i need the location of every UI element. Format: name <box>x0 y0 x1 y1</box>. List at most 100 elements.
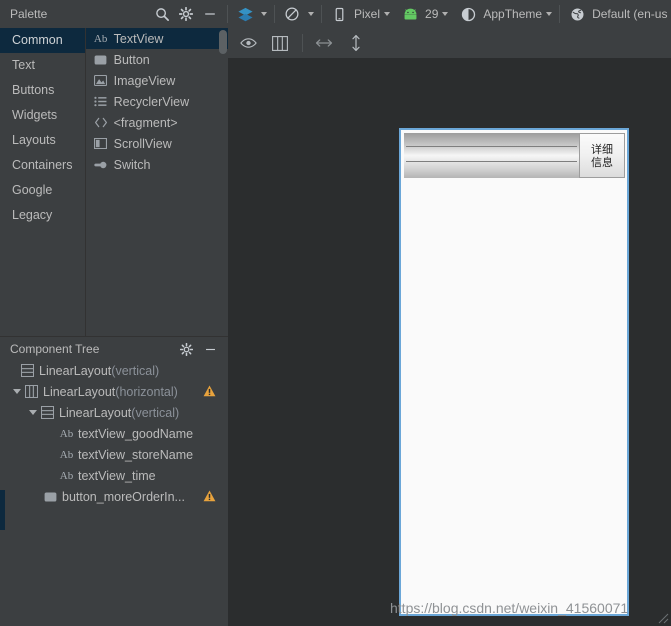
rotate-icon <box>280 2 304 26</box>
preview-linearlayout-horizontal[interactable]: 详细 信息 <box>404 133 625 178</box>
palette-panel-title: Palette <box>10 7 48 21</box>
theme-label: AppTheme <box>483 7 543 21</box>
palette-category-list: Common Text Buttons Widgets Layouts Cont… <box>0 28 85 336</box>
palette-category-legacy[interactable]: Legacy <box>0 203 85 228</box>
warning-icon[interactable] <box>203 385 216 397</box>
preview-textview-time[interactable] <box>406 164 577 177</box>
gear-icon[interactable] <box>174 337 198 361</box>
tree-row-label: LinearLayout(vertical) <box>39 363 160 378</box>
palette-category-layouts[interactable]: Layouts <box>0 128 85 153</box>
top-toolbar: Palette Pixel 29 AppTheme Default (en-us <box>0 0 671 28</box>
toolbar-separator <box>274 5 275 23</box>
gear-icon[interactable] <box>174 2 198 26</box>
component-tree-header: Component Tree <box>0 336 228 361</box>
warning-icon[interactable] <box>203 490 216 502</box>
minimize-component-tree-icon[interactable] <box>198 337 222 361</box>
toolbar-separator <box>559 5 561 23</box>
palette-category-common[interactable]: Common <box>0 28 85 53</box>
palette-category-containers[interactable]: Containers <box>0 153 85 178</box>
palette-item-imageview[interactable]: ImageView <box>86 70 228 91</box>
palette-item-label: RecyclerView <box>113 94 190 109</box>
palette-category-buttons[interactable]: Buttons <box>0 78 85 103</box>
preview-textview-goodname[interactable] <box>406 134 577 147</box>
fragment-icon <box>92 115 110 131</box>
design-mode-button[interactable] <box>233 0 269 28</box>
palette-item-label: <fragment> <box>113 115 178 130</box>
palette-category-text[interactable]: Text <box>0 53 85 78</box>
palette-item-textview[interactable]: Ab TextView <box>85 28 228 49</box>
button-icon <box>92 52 110 68</box>
orientation-button[interactable] <box>280 0 316 28</box>
palette-category-widgets[interactable]: Widgets <box>0 103 85 128</box>
tree-row-label: LinearLayout(horizontal) <box>43 384 178 399</box>
globe-icon <box>565 2 589 26</box>
tree-row[interactable]: LinearLayout(horizontal) <box>0 381 228 402</box>
theme-icon <box>456 2 480 26</box>
preview-textview-storename[interactable] <box>406 149 577 162</box>
palette-item-recyclerview[interactable]: RecyclerView <box>86 91 228 112</box>
phone-icon <box>327 2 351 26</box>
layers-icon <box>233 2 257 26</box>
columns-icon[interactable] <box>268 31 292 55</box>
design-canvas[interactable]: 详细 信息 <box>228 28 671 626</box>
textview-icon: Ab <box>59 448 74 461</box>
width-arrow-icon[interactable] <box>312 31 336 55</box>
minimize-palette-icon[interactable] <box>198 2 222 26</box>
detail-button-line1: 详细 <box>591 142 613 156</box>
palette-item-button[interactable]: Button <box>86 49 228 70</box>
textview-icon: Ab <box>59 427 74 440</box>
linearlayout-vertical-icon <box>39 405 56 421</box>
android-icon <box>398 2 422 26</box>
palette-category-google[interactable]: Google <box>0 178 85 203</box>
device-selector[interactable]: Pixel <box>327 0 392 28</box>
palette-item-label: TextView <box>113 31 164 46</box>
switch-icon <box>92 157 110 173</box>
toolbar-separator <box>227 5 228 23</box>
tree-row-label: textView_storeName <box>78 447 194 462</box>
chevron-down-icon <box>308 12 314 16</box>
chevron-down-icon <box>384 12 391 16</box>
palette-item-label: ScrollView <box>113 136 172 151</box>
palette-scrollbar[interactable] <box>219 30 227 54</box>
tree-row[interactable]: button_moreOrderIn... <box>0 486 228 507</box>
api-level-label: 29 <box>425 7 439 21</box>
chevron-down-icon <box>261 12 267 16</box>
device-preview[interactable]: 详细 信息 <box>399 128 629 616</box>
search-icon[interactable] <box>150 2 174 26</box>
tree-row[interactable]: Ab textView_goodName <box>0 423 228 444</box>
linearlayout-vertical-icon <box>19 363 36 379</box>
preview-button-moreorderinfo[interactable]: 详细 信息 <box>579 133 625 178</box>
palette-item-label: ImageView <box>113 73 176 88</box>
tree-row-label: LinearLayout(vertical) <box>59 405 180 420</box>
api-level-selector[interactable]: 29 <box>398 0 450 28</box>
palette-widget-list: Ab TextView Button ImageView RecyclerVie… <box>84 28 228 336</box>
toolbar-separator <box>302 34 303 52</box>
tree-expander-icon[interactable] <box>10 385 23 398</box>
tree-row-label: textView_goodName <box>78 426 194 441</box>
palette-item-scrollview[interactable]: ScrollView <box>86 133 228 154</box>
imageview-icon <box>92 73 110 89</box>
tree-row[interactable]: LinearLayout(vertical) <box>0 360 228 381</box>
android-studio-layout-editor: Palette Pixel 29 AppTheme Default (en-us… <box>0 0 671 626</box>
component-tree-title: Component Tree <box>10 342 100 356</box>
tree-expander-icon[interactable] <box>26 406 39 419</box>
theme-selector[interactable]: AppTheme <box>456 0 554 28</box>
tree-row[interactable]: LinearLayout(vertical) <box>0 402 228 423</box>
palette-item-label: Switch <box>113 157 151 172</box>
detail-button-line2: 信息 <box>591 155 613 169</box>
tree-row-label: textView_time <box>78 468 156 483</box>
palette-item-fragment[interactable]: <fragment> <box>86 112 228 133</box>
preview-linearlayout-vertical[interactable] <box>404 133 579 178</box>
palette-item-switch[interactable]: Switch <box>86 154 228 175</box>
tree-row[interactable]: Ab textView_time <box>0 465 228 486</box>
watermark-text: https://blog.csdn.net/weixin_41560071 <box>390 600 629 616</box>
resize-corner-icon[interactable] <box>655 610 669 624</box>
scrollview-icon <box>92 136 110 152</box>
eye-icon[interactable] <box>236 31 260 55</box>
recyclerview-icon <box>92 94 110 110</box>
palette-item-label: Button <box>113 52 150 67</box>
linearlayout-horizontal-icon <box>23 384 40 400</box>
tree-row[interactable]: Ab textView_storeName <box>0 444 228 465</box>
locale-selector[interactable]: Default (en-us <box>565 0 667 28</box>
height-arrow-icon[interactable] <box>344 31 368 55</box>
